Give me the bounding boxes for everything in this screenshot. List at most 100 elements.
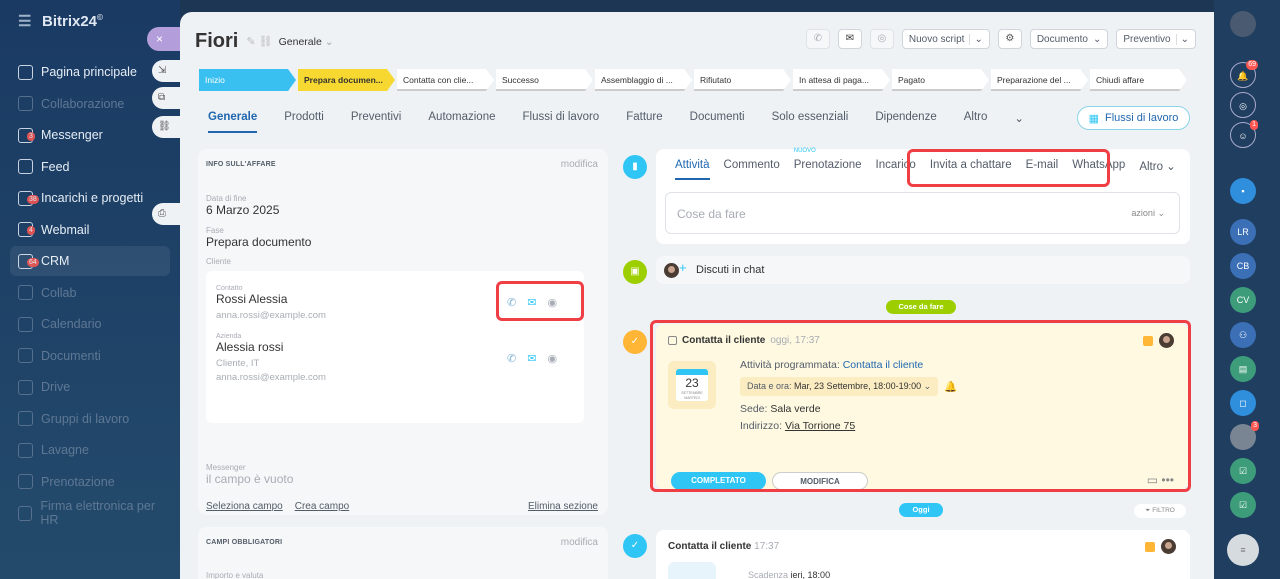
tab-flussi-di-lavoro[interactable]: Flussi di lavoro bbox=[523, 111, 600, 133]
nav-item-firma-elettronica-per-hr[interactable]: Firma elettronica per HR bbox=[18, 498, 170, 528]
select-field-link[interactable]: Seleziona campo bbox=[206, 501, 283, 512]
tab-preventivi[interactable]: Preventivi bbox=[351, 111, 402, 133]
nav-item-label: Feed bbox=[41, 159, 70, 174]
tab-generale[interactable]: Generale bbox=[208, 111, 258, 133]
nav-item-messenger[interactable]: 3 Messenger bbox=[18, 120, 170, 150]
contact-avatar[interactable]: 3 bbox=[1230, 421, 1259, 450]
group-icon[interactable]: ⚇ bbox=[1230, 322, 1256, 348]
tab-fatture[interactable]: Fatture bbox=[626, 111, 662, 133]
tab-dipendenze[interactable]: Dipendenze bbox=[875, 111, 936, 133]
stage-in-attesa-di-paga[interactable]: In attesa di paga... bbox=[793, 69, 890, 91]
print-icon: ⎙ bbox=[158, 208, 166, 219]
nav-item-documenti[interactable]: Documenti bbox=[18, 341, 170, 371]
actions-dropdown[interactable]: azioni ⌄ bbox=[1131, 208, 1165, 219]
nav-item-lavagne[interactable]: Lavagne bbox=[18, 435, 170, 465]
tab-documenti[interactable]: Documenti bbox=[690, 111, 745, 133]
stage-rifiutato[interactable]: Rifiutato bbox=[694, 69, 791, 91]
collab-icon bbox=[18, 96, 33, 111]
nav-item-calendario[interactable]: Calendario bbox=[18, 309, 170, 339]
category-selector[interactable]: Generale ⌄ bbox=[279, 36, 334, 48]
open-new-window-button[interactable]: ⧉ bbox=[152, 87, 180, 109]
menu-dots-button[interactable]: ≡ bbox=[1227, 534, 1259, 566]
stage-successo[interactable]: Successo bbox=[496, 69, 593, 91]
tab-solo-essenziali[interactable]: Solo essenziali bbox=[772, 111, 849, 133]
open-lines-icon[interactable]: ▤ bbox=[1230, 356, 1256, 382]
minimize-button[interactable]: ⇲ bbox=[152, 60, 180, 82]
call-icon[interactable]: ✆ bbox=[507, 352, 516, 365]
recent-chat-avatar[interactable]: CV bbox=[1230, 287, 1256, 313]
check-icon[interactable]: ☑ bbox=[1230, 458, 1256, 484]
quote-button[interactable]: Preventivo ⌄ bbox=[1116, 29, 1196, 49]
todo-input[interactable]: Cose da fare azioni ⌄ bbox=[665, 192, 1180, 234]
nav-item-collab[interactable]: Collab bbox=[18, 278, 170, 308]
nav-item-feed[interactable]: Feed bbox=[18, 152, 170, 182]
tab-automazione[interactable]: Automazione bbox=[428, 111, 495, 133]
contact-name[interactable]: Rossi Alessia bbox=[216, 292, 326, 306]
email-icon[interactable]: ✉ bbox=[527, 352, 536, 365]
nav-item-prenotazione[interactable]: Prenotazione bbox=[18, 467, 170, 497]
email-icon[interactable]: ✉ bbox=[837, 29, 862, 49]
nav-badge: 38 bbox=[27, 194, 39, 204]
workflows-button[interactable]: ▦ Flussi di lavoro bbox=[1077, 106, 1190, 130]
user-avatar[interactable] bbox=[1230, 11, 1256, 37]
copy-link-button[interactable]: ⛓ bbox=[152, 116, 180, 138]
comments-icon[interactable]: ◻ bbox=[1230, 390, 1256, 416]
company-name[interactable]: Alessia rossi bbox=[216, 340, 326, 354]
chat-icon[interactable]: ◉ bbox=[547, 352, 557, 365]
delete-section-link[interactable]: Elimina sezione bbox=[528, 501, 598, 512]
tab-prodotti[interactable]: Prodotti bbox=[284, 111, 324, 133]
create-field-link[interactable]: Crea campo bbox=[295, 501, 349, 512]
nav-item-drive[interactable]: Drive bbox=[18, 372, 170, 402]
activity-tab-prenotazione[interactable]: Prenotazione NUOVO bbox=[794, 148, 862, 180]
edit-section-link[interactable]: modifica bbox=[561, 537, 598, 548]
stage-value[interactable]: Prepara documento bbox=[206, 235, 311, 249]
nav-item-webmail[interactable]: 4 Webmail bbox=[18, 215, 170, 245]
calendar-icon bbox=[18, 316, 33, 332]
discuss-row[interactable]: + Discuti in chat bbox=[656, 256, 1190, 284]
stage-contatta-con-clie[interactable]: Contatta con clie... bbox=[397, 69, 494, 91]
activity-tab-attivita[interactable]: Attività bbox=[675, 159, 710, 180]
tab-altro[interactable]: Altro bbox=[964, 111, 988, 133]
nav-item-label: Webmail bbox=[41, 222, 90, 237]
deal-info-card: INFO SULL'AFFARE modifica Data di fine 6… bbox=[198, 149, 608, 515]
bookmark-icon[interactable]: ▪ bbox=[1230, 178, 1256, 204]
call-icon[interactable]: ✆ bbox=[805, 29, 830, 49]
edit-section-link[interactable]: modifica bbox=[561, 159, 598, 170]
check2-icon[interactable]: ☑ bbox=[1230, 492, 1256, 518]
messenger-value: il campo è vuoto bbox=[206, 472, 294, 486]
stage-chiudi-affare[interactable]: Chiudi affare bbox=[1090, 69, 1187, 91]
end-date-value[interactable]: 6 Marzo 2025 bbox=[206, 203, 311, 217]
notifications-icon[interactable]: 🔔 69 bbox=[1230, 60, 1258, 88]
stage-inizio[interactable]: Inizio bbox=[199, 69, 296, 91]
document-button[interactable]: Documento ⌄ bbox=[1029, 29, 1109, 49]
nav-item-collaborazione[interactable]: Collaborazione bbox=[18, 89, 170, 119]
menu-icon[interactable]: ☰ bbox=[18, 12, 32, 30]
contact-email[interactable]: anna.rossi@example.com bbox=[216, 310, 326, 321]
chat-bubble-icon[interactable]: ◎ bbox=[869, 29, 894, 49]
new-script-button[interactable]: Nuovo script ⌄ bbox=[901, 29, 990, 49]
deadline-value[interactable]: ieri, 18:00 bbox=[791, 570, 831, 579]
nav-item-crm[interactable]: 64 CRM bbox=[10, 246, 170, 276]
brand[interactable]: ☰ Bitrix24© bbox=[18, 12, 103, 30]
stage-preparazione-del[interactable]: Preparazione del ... bbox=[991, 69, 1088, 91]
recent-chat-avatar[interactable]: LR bbox=[1230, 219, 1256, 245]
activity-tab-commento[interactable]: Commento bbox=[724, 159, 780, 180]
nav-item-gruppi-di-lavoro[interactable]: Gruppi di lavoro bbox=[18, 404, 170, 434]
chat-icon[interactable]: ☺ 1 bbox=[1230, 120, 1258, 148]
groups-icon bbox=[18, 411, 33, 426]
filter-button[interactable]: ⏷ FILTRO bbox=[1134, 504, 1186, 518]
nav-item-incarichi-e-progetti[interactable]: 38 Incarichi e progetti bbox=[18, 183, 170, 213]
stage-prepara-documen[interactable]: Prepara documen... bbox=[298, 69, 395, 91]
stage-pagato[interactable]: Pagato bbox=[892, 69, 989, 91]
settings-gear-icon[interactable]: ⚙ bbox=[997, 29, 1022, 49]
stage-assemblaggio-di[interactable]: Assemblaggio di ... bbox=[595, 69, 692, 91]
nav-item-pagina-principale[interactable]: Pagina principale bbox=[18, 57, 170, 87]
print-button[interactable]: ⎙ bbox=[152, 203, 180, 225]
edit-title-icon[interactable]: ✎ ⛓ bbox=[246, 35, 272, 48]
task2-title[interactable]: Contatta il cliente bbox=[668, 541, 751, 552]
company-email[interactable]: anna.rossi@example.com bbox=[216, 372, 326, 383]
activity-icon[interactable]: ◎ bbox=[1230, 92, 1256, 118]
activity-tab-altro[interactable]: Altro ⌄ bbox=[1139, 159, 1176, 180]
recent-chat-avatar[interactable]: CB bbox=[1230, 253, 1256, 279]
responsible-avatar[interactable] bbox=[1161, 539, 1176, 554]
